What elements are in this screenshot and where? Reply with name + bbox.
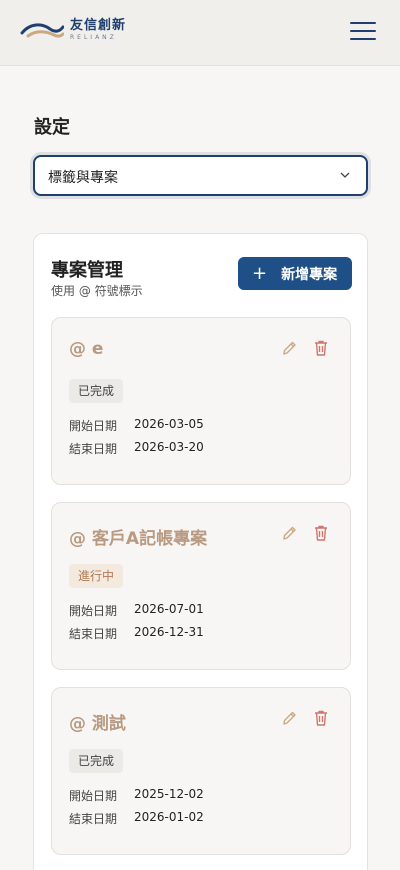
select-value: 標籤與專案: [48, 170, 118, 186]
project-name: @ 客戶A記帳專案: [69, 529, 208, 549]
hamburger-menu-icon[interactable]: [350, 22, 376, 44]
top-bar: 友信創新 RELIANZ: [0, 0, 400, 66]
project-card: @ 測試 已完成 開始日期 2025-12-02 結束日期 2026-01-02: [51, 687, 351, 855]
logo[interactable]: 友信創新 RELIANZ: [20, 18, 126, 42]
start-date-value: 2025-12-02: [134, 787, 204, 801]
edit-pencil-icon[interactable]: [281, 339, 297, 357]
project-card: @ 客戶A記帳專案 進行中 開始日期 2026-07-01 結束日期 2026-…: [51, 502, 351, 670]
page-title: 設定: [34, 117, 70, 138]
start-date-label: 開始日期: [69, 789, 118, 803]
logo-text-en: RELIANZ: [70, 34, 117, 41]
edit-pencil-icon[interactable]: [281, 524, 297, 542]
panel-title: 專案管理: [51, 260, 123, 281]
end-date-value: 2026-03-20: [134, 440, 204, 454]
edit-pencil-icon[interactable]: [281, 709, 297, 727]
end-date-value: 2026-01-02: [134, 810, 204, 824]
add-project-label: 新增專案: [281, 266, 338, 283]
projects-panel: 專案管理 使用 @ 符號標示 + 新增專案 @ e 已完成 開始日期 2026-…: [33, 233, 368, 870]
project-name: @ 測試: [69, 714, 126, 734]
end-date-label: 結束日期: [69, 627, 118, 641]
project-name: @ e: [69, 339, 104, 359]
chevron-down-icon: [340, 172, 350, 178]
plus-icon: +: [252, 262, 268, 284]
status-badge: 已完成: [69, 749, 124, 773]
end-date-value: 2026-12-31: [134, 625, 204, 639]
start-date-label: 開始日期: [69, 604, 118, 618]
status-badge: 進行中: [69, 564, 124, 588]
trash-icon[interactable]: [313, 524, 329, 542]
settings-section-select[interactable]: 標籤與專案: [33, 155, 368, 196]
project-card: @ e 已完成 開始日期 2026-03-05 結束日期 2026-03-20: [51, 317, 351, 485]
start-date-label: 開始日期: [69, 419, 118, 433]
logo-wave-icon: [20, 23, 64, 38]
trash-icon[interactable]: [313, 709, 329, 727]
logo-text-cn: 友信創新: [70, 18, 127, 33]
panel-subtitle: 使用 @ 符號標示: [51, 284, 143, 298]
status-badge: 已完成: [69, 379, 124, 403]
start-date-value: 2026-07-01: [134, 602, 204, 616]
trash-icon[interactable]: [313, 339, 329, 357]
start-date-value: 2026-03-05: [134, 417, 204, 431]
end-date-label: 結束日期: [69, 442, 118, 456]
end-date-label: 結束日期: [69, 812, 118, 826]
add-project-button[interactable]: + 新增專案: [238, 257, 352, 290]
